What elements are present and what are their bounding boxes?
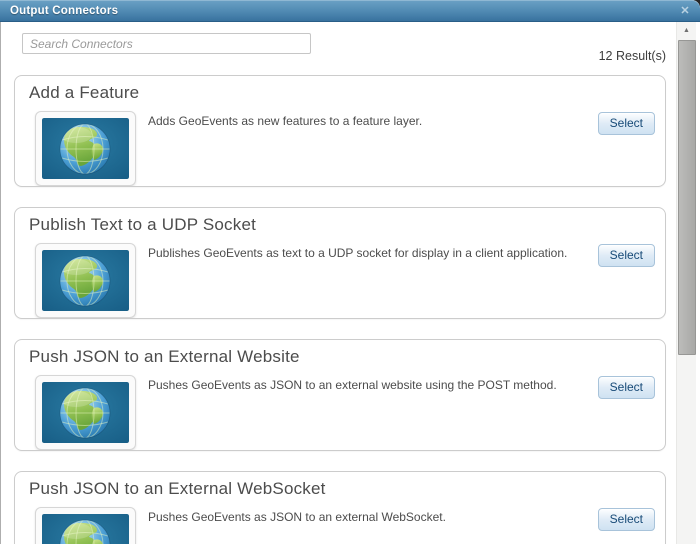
search-input[interactable]: [22, 33, 311, 54]
dialog-content: 12 Result(s) Add a Feature: [0, 22, 700, 544]
connector-row: Publishes GeoEvents as text to a UDP soc…: [29, 243, 655, 318]
globe-thumbnail: [35, 111, 136, 186]
connector-title: Add a Feature: [29, 83, 140, 102]
connector-card: Push JSON to an External WebSocket Pushe…: [14, 471, 666, 544]
connector-row: Pushes GeoEvents as JSON to an external …: [29, 507, 655, 544]
output-connectors-dialog: Output Connectors ✕ 12 Result(s) Add a F…: [0, 0, 700, 544]
globe-thumbnail: [35, 243, 136, 318]
connector-card: Push JSON to an External Website Pushes …: [14, 339, 666, 451]
connector-description: Pushes GeoEvents as JSON to an external …: [148, 378, 557, 392]
globe-icon: [42, 250, 129, 311]
scrollbar-thumb[interactable]: [678, 40, 696, 355]
select-button[interactable]: Select: [597, 508, 655, 531]
connector-list: Add a Feature Adds GeoEvents as new feat…: [14, 75, 666, 544]
scroll-up-button[interactable]: ▲: [677, 22, 696, 39]
globe-icon: [42, 118, 129, 179]
connector-title: Publish Text to a UDP Socket: [29, 215, 257, 234]
connector-description: Publishes GeoEvents as text to a UDP soc…: [148, 246, 568, 260]
results-count: 12 Result(s): [598, 49, 666, 63]
select-button[interactable]: Select: [597, 112, 655, 135]
scrollbar[interactable]: ▲: [676, 22, 696, 544]
connector-row: Pushes GeoEvents as JSON to an external …: [29, 375, 655, 450]
connector-card: Publish Text to a UDP Socket Publishes G…: [14, 207, 666, 319]
connector-card: Add a Feature Adds GeoEvents as new feat…: [14, 75, 666, 187]
connector-description: Adds GeoEvents as new features to a feat…: [148, 114, 423, 128]
connector-description: Pushes GeoEvents as JSON to an external …: [148, 510, 446, 524]
scroll-up-arrow-icon: ▲: [683, 27, 690, 34]
globe-icon: [42, 382, 129, 443]
select-button[interactable]: Select: [597, 376, 655, 399]
connector-title: Push JSON to an External Website: [29, 347, 300, 366]
dialog-titlebar[interactable]: Output Connectors ✕: [0, 0, 700, 22]
dialog-title: Output Connectors: [10, 5, 119, 17]
connector-title: Push JSON to an External WebSocket: [29, 479, 326, 498]
globe-thumbnail: [35, 375, 136, 450]
close-icon[interactable]: ✕: [678, 4, 692, 18]
connector-row: Adds GeoEvents as new features to a feat…: [29, 111, 655, 186]
globe-icon: [42, 514, 129, 544]
globe-thumbnail: [35, 507, 136, 544]
select-button[interactable]: Select: [597, 244, 655, 267]
